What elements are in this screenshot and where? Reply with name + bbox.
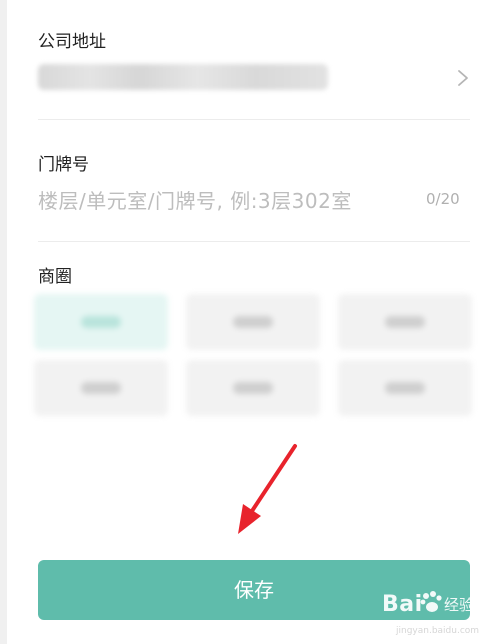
district-chip[interactable]	[34, 360, 168, 416]
district-chip[interactable]	[338, 360, 472, 416]
watermark-sub: 经验	[444, 596, 475, 614]
district-chip[interactable]	[34, 294, 168, 350]
company-address-value[interactable]	[38, 64, 328, 90]
district-chip[interactable]	[186, 294, 320, 350]
form-page: 公司地址 门牌号 楼层/单元室/门牌号, 例:3层302室 0/20 商圈 保存…	[0, 0, 500, 644]
baidu-watermark: Bai 经验 jingyan.baidu.com	[376, 586, 500, 644]
divider	[38, 241, 470, 242]
watermark-brand: Bai	[382, 592, 423, 617]
left-edge-strip	[0, 0, 7, 644]
door-number-counter: 0/20	[426, 190, 460, 208]
business-district-label: 商圈	[38, 267, 72, 287]
company-address-label: 公司地址	[38, 32, 106, 52]
door-number-input[interactable]: 楼层/单元室/门牌号, 例:3层302室	[38, 185, 352, 214]
district-chip[interactable]	[186, 360, 320, 416]
divider	[38, 119, 470, 120]
paw-icon	[420, 591, 442, 612]
watermark-url: jingyan.baidu.com	[396, 626, 480, 636]
district-chip[interactable]	[338, 294, 472, 350]
door-number-label: 门牌号	[38, 155, 89, 175]
chevron-right-icon[interactable]	[456, 68, 470, 88]
